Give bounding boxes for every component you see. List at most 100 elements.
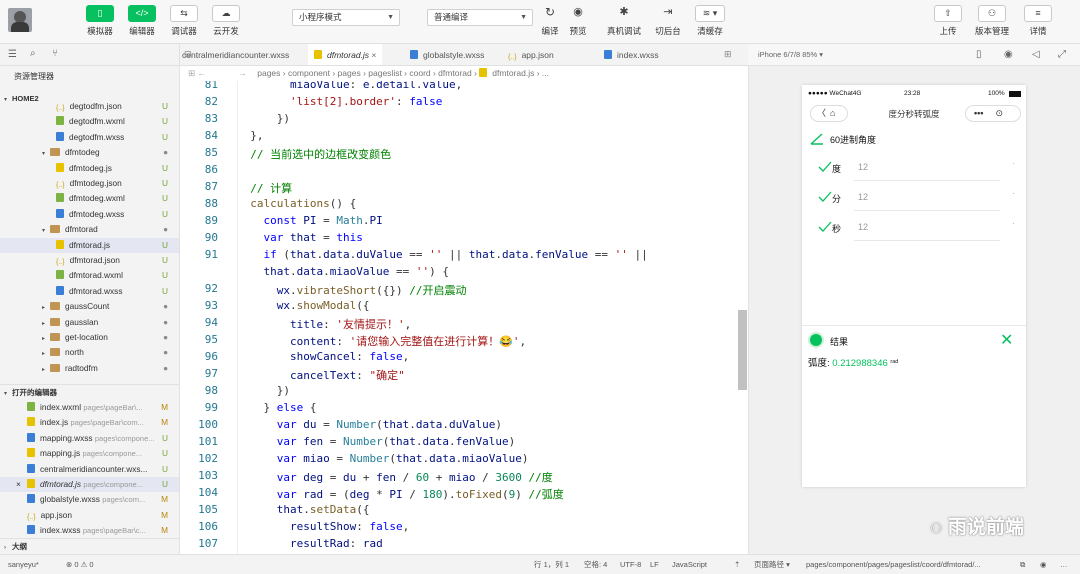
file-item[interactable]: dfmtodeg.wxml U: [0, 191, 179, 206]
upload-icon: ⇧: [934, 5, 962, 22]
upload-button[interactable]: ⇧ 上传: [928, 5, 968, 37]
simulator-button[interactable]: ▯ 模拟器: [80, 5, 120, 37]
line-number: 90: [204, 231, 218, 244]
line-number: 98: [204, 384, 218, 397]
folder-item[interactable]: ▸ gausslan ●: [0, 315, 179, 330]
branch-icon: ⚇: [978, 5, 1006, 22]
section-title: 60进制角度: [830, 135, 877, 145]
back-icon[interactable]: ⊞ ←: [188, 68, 206, 78]
more-icon[interactable]: ⊞: [724, 49, 732, 60]
folder-item[interactable]: ▸ north ●: [0, 345, 179, 360]
angle-field[interactable]: 度 12 ·: [818, 159, 1018, 183]
line-number: 87: [204, 180, 218, 193]
device-select[interactable]: iPhone 6/7/8 85% ▾: [758, 50, 823, 59]
folder-icon: [50, 225, 60, 234]
folder-item[interactable]: ▾ dfmtorad ●: [0, 222, 179, 237]
angle-field[interactable]: 分 12 ·: [818, 189, 1018, 213]
compile-mode-select[interactable]: 普通编译 ▼: [427, 9, 533, 26]
file-item[interactable]: dfmtorad.js U: [0, 237, 179, 253]
line-number: 106: [198, 520, 218, 533]
search-icon[interactable]: ⌕: [30, 48, 36, 59]
close-icon[interactable]: ×: [16, 477, 21, 492]
open-editor-item[interactable]: index.js pages\pageBar\com... M: [0, 415, 179, 430]
background-button[interactable]: ⇥ 切后台: [648, 5, 688, 37]
more-icon[interactable]: •••: [974, 108, 983, 118]
clear-cache-button[interactable]: ≋ ▾ 清缓存: [690, 5, 730, 37]
code-line: that.data.miaoValue == '') {: [263, 265, 449, 278]
cloud-button[interactable]: ☁ 云开发: [206, 5, 246, 37]
menu-capsule[interactable]: ••• ⊙: [965, 105, 1021, 122]
open-editor-item[interactable]: {..} app.json M: [0, 508, 179, 523]
record-icon[interactable]: ◉: [1004, 44, 1013, 66]
file-item[interactable]: dfmtorad.wxml U: [0, 268, 179, 283]
git-icon[interactable]: ⑂: [52, 48, 58, 59]
folder-item[interactable]: ▸ get-location ●: [0, 330, 179, 345]
layers-icon: ≋ ▾: [695, 5, 725, 22]
js-file-icon: [27, 479, 35, 488]
open-editor-item[interactable]: index.wxml pages\pageBar\... M: [0, 400, 179, 415]
close-icon[interactable]: ×: [371, 50, 376, 60]
list-icon[interactable]: ☰: [8, 49, 17, 60]
open-editor-item[interactable]: index.wxss pages\pageBar\c... M: [0, 523, 179, 538]
editor-button[interactable]: </> 编辑器: [122, 5, 162, 37]
more-icon[interactable]: …: [1060, 555, 1068, 574]
open-editor-item[interactable]: mapping.js pages\compone... U: [0, 446, 179, 461]
avatar[interactable]: [8, 8, 32, 32]
tab-index-wxss[interactable]: index.wxss: [598, 44, 665, 65]
file-item[interactable]: {..} dfmtorad.json U: [0, 253, 179, 268]
fullscreen-icon[interactable]: ⤢: [1058, 44, 1066, 66]
close-icon[interactable]: ⊙: [995, 108, 1003, 118]
open-editor-item[interactable]: mapping.wxss pages\compone... U: [0, 431, 179, 446]
angle-field[interactable]: 秒 12 ·: [818, 219, 1018, 243]
js-file-icon: [479, 68, 488, 77]
code-line: var du = Number(that.data.duValue): [276, 418, 502, 431]
wxss-file-icon: [27, 432, 35, 442]
editor-scrollbar[interactable]: [738, 310, 747, 390]
open-editor-item[interactable]: centralmeridiancounter.wxs... U: [0, 462, 179, 477]
chevron-down-icon: ▼: [387, 14, 394, 21]
folder-item[interactable]: ▾ dfmtodeg ●: [0, 145, 179, 160]
real-debug-button[interactable]: ✱ 真机调试: [602, 5, 646, 37]
debugger-button[interactable]: ⇆ 调试器: [164, 5, 204, 37]
bell-icon[interactable]: ⇡: [734, 555, 740, 574]
line-number: 81: [204, 81, 218, 91]
folder-item[interactable]: ▸ gaussCount ●: [0, 299, 179, 314]
code-line: resultRad: rad: [289, 537, 383, 550]
file-item[interactable]: dfmtorad.wxss U: [0, 284, 179, 299]
js-file-icon: [56, 162, 64, 172]
file-item[interactable]: {..} dfmtodeg.json U: [0, 176, 179, 191]
file-item[interactable]: {..} degtodfm.json U: [0, 99, 179, 114]
open-editor-item[interactable]: × dfmtorad.js pages\compone... U: [0, 477, 179, 493]
preview-button[interactable]: ◉ 预览: [558, 5, 598, 37]
tab-centralmeridiancounter[interactable]: centralmeridiancounter.wxss: [180, 44, 295, 65]
details-button[interactable]: ≡ 详情: [1018, 5, 1058, 37]
file-item[interactable]: degtodfm.wxss U: [0, 130, 179, 145]
file-item[interactable]: dfmtodeg.wxss U: [0, 207, 179, 222]
code-line: const PI = Math.PI: [263, 214, 383, 227]
line-number: 89: [204, 214, 218, 227]
file-item[interactable]: dfmtodeg.js U: [0, 161, 179, 176]
close-icon[interactable]: ✕: [1000, 330, 1013, 350]
code-editor[interactable]: 81 82 83 84 85 86 87 88 89 90 91 92 93 94 95 96 97 98 99 10…: [180, 81, 748, 554]
folder-item[interactable]: ▸ radtodfm ●: [0, 361, 179, 376]
open-editor-item[interactable]: globalstyle.wxss pages\com... M: [0, 492, 179, 507]
tab-globalstyle[interactable]: globalstyle.wxss: [404, 44, 490, 65]
copy-icon[interactable]: ⧉: [1020, 555, 1025, 574]
main-toolbar: ▯ 模拟器 </> 编辑器 ⇆ 调试器 ☁ 云开发 小程序模式 ▼ 普通编译 ▼ ↻…: [0, 0, 1080, 44]
file-item[interactable]: degtodfm.wxml U: [0, 114, 179, 129]
open-editors-header[interactable]: ▾ 打开的编辑器: [0, 384, 179, 399]
mode-select[interactable]: 小程序模式 ▼: [292, 9, 400, 26]
line-number: 85: [204, 146, 218, 159]
tab-app-json[interactable]: {..} app.json: [502, 44, 560, 65]
line-number: 101: [198, 435, 218, 448]
version-button[interactable]: ⚇ 版本管理: [972, 5, 1012, 37]
volume-icon[interactable]: ◁: [1032, 44, 1040, 66]
tab-dfmtorad[interactable]: dfmtorad.js ×: [308, 44, 383, 65]
code-line: }): [237, 384, 290, 397]
phone-icon[interactable]: ▯: [976, 44, 982, 66]
outline-header[interactable]: › 大纲: [0, 538, 179, 553]
eye-icon[interactable]: ◉: [1040, 555, 1047, 574]
line-number: 99: [204, 401, 218, 414]
forward-icon[interactable]: →: [238, 68, 247, 78]
js-file-icon: [27, 417, 35, 427]
